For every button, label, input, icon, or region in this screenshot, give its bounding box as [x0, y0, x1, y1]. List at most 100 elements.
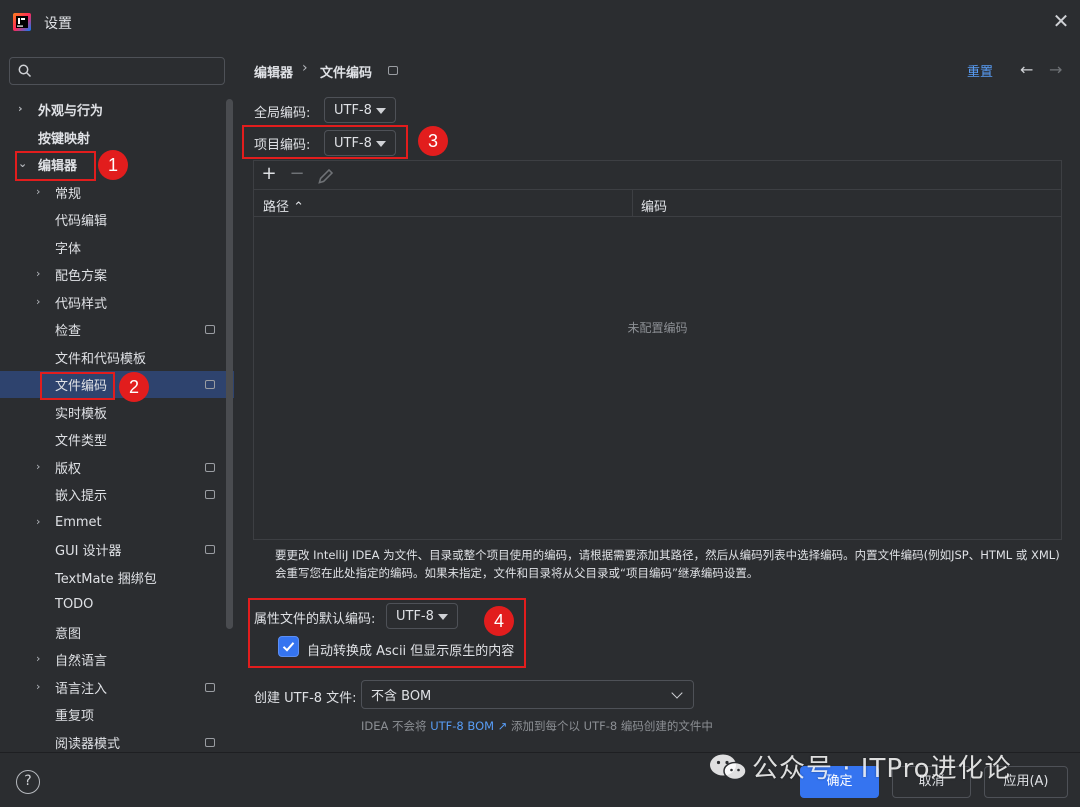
sidebar-item-gui-designer[interactable]: GUI 设计器 [0, 536, 234, 563]
sidebar-item-label: 文件类型 [55, 434, 108, 449]
project-scope-icon [205, 738, 215, 747]
sidebar-item-label: 意图 [55, 627, 82, 642]
caret-down-icon [376, 108, 386, 114]
annotation-badge-3: 3 [418, 126, 448, 156]
sidebar-item-label: 字体 [55, 242, 82, 257]
bom-value: 不含 BOM [371, 689, 432, 704]
chevron-right-icon: › [18, 102, 23, 115]
search-icon [18, 64, 32, 78]
sidebar-item-language-injections[interactable]: › 语言注入 [0, 674, 234, 701]
sidebar-item-label: 常规 [55, 187, 82, 202]
sidebar-item-label: 检查 [55, 324, 82, 339]
close-icon[interactable]: ✕ [1052, 11, 1070, 31]
sidebar-item-file-types[interactable]: 文件类型 [0, 426, 234, 453]
annotation-box-2 [40, 372, 115, 400]
sidebar-item-file-templates[interactable]: 文件和代码模板 [0, 344, 234, 371]
search-input[interactable] [40, 61, 220, 81]
sidebar-item-textmate[interactable]: TextMate 捆绑包 [0, 564, 234, 591]
sidebar-item-font[interactable]: 字体 [0, 234, 234, 261]
wechat-logo-icon [710, 754, 747, 781]
sidebar-item-label: 按键映射 [38, 132, 91, 147]
sidebar-item-natural-languages[interactable]: › 自然语言 [0, 646, 234, 673]
sidebar-item-appearance[interactable]: › 外观与行为 [0, 96, 234, 123]
sidebar-item-code-editing[interactable]: 代码编辑 [0, 206, 234, 233]
annotation-badge-4: 4 [484, 606, 514, 636]
utf8-bom-link[interactable]: UTF-8 BOM ↗ [430, 719, 507, 733]
intellij-logo-icon [13, 13, 31, 31]
sidebar-item-label: 配色方案 [55, 269, 108, 284]
chevron-right-icon: › [36, 267, 41, 280]
project-scope-icon [205, 325, 215, 334]
sidebar-item-label: 外观与行为 [38, 104, 104, 119]
table-toolbar: + − [254, 161, 1061, 189]
ok-button[interactable]: 确定 [800, 766, 879, 798]
project-scope-icon [205, 380, 215, 389]
project-scope-icon [388, 66, 398, 75]
chevron-right-icon: › [36, 680, 41, 693]
sidebar-item-label: TODO [55, 597, 94, 612]
sidebar-item-label: GUI 设计器 [55, 544, 122, 559]
bom-select[interactable]: 不含 BOM [361, 680, 694, 709]
cancel-button[interactable]: 取消 [892, 766, 971, 798]
bom-label: 创建 UTF-8 文件: [254, 691, 357, 706]
sidebar-item-color-scheme[interactable]: › 配色方案 [0, 261, 234, 288]
sidebar-item-label: 自然语言 [55, 654, 108, 669]
encoding-description: 要更改 IntelliJ IDEA 为文件、目录或整个项目使用的编码，请根据需要… [275, 548, 1060, 580]
global-encoding-label: 全局编码: [254, 106, 311, 121]
annotation-box-1 [15, 151, 96, 181]
sidebar-item-emmet[interactable]: › Emmet [0, 509, 234, 536]
chevron-down-icon [671, 687, 683, 699]
sidebar-item-label: 实时模板 [55, 407, 108, 422]
sidebar-item-reader-mode[interactable]: 阅读器模式 [0, 729, 234, 752]
chevron-right-icon: › [36, 515, 41, 528]
sidebar-item-live-templates[interactable]: 实时模板 [0, 399, 234, 426]
sidebar-item-label: 代码样式 [55, 297, 108, 312]
sidebar-item-label: 嵌入提示 [55, 489, 108, 504]
column-header-path[interactable]: 路径 ⌃ [263, 196, 304, 215]
back-arrow-icon[interactable]: ← [1020, 60, 1033, 79]
bom-hint-prefix: IDEA 不会将 [361, 719, 427, 733]
sidebar-item-label: Emmet [55, 515, 102, 530]
sidebar-scrollbar[interactable] [226, 99, 233, 629]
dialog-button-bar: ? 确定 取消 应用(A) [0, 752, 1080, 807]
breadcrumb-current: 文件编码 [320, 66, 373, 81]
forward-arrow-icon: → [1049, 60, 1063, 79]
help-icon[interactable]: ? [16, 770, 40, 794]
sidebar-item-label: 版权 [55, 462, 82, 477]
annotation-badge-1: 1 [98, 150, 128, 180]
sidebar-item-inspections[interactable]: 检查 [0, 316, 234, 343]
table-header: 路径 ⌃ 编码 [254, 189, 1061, 217]
sidebar-item-copyright[interactable]: › 版权 [0, 454, 234, 481]
sidebar-item-label: 代码编辑 [55, 214, 108, 229]
sidebar-item-inlay-hints[interactable]: 嵌入提示 [0, 481, 234, 508]
sidebar-item-general[interactable]: › 常规 [0, 179, 234, 206]
window-title: 设置 [44, 16, 72, 32]
breadcrumb-separator: › [302, 60, 308, 76]
reset-link[interactable]: 重置 [967, 61, 993, 80]
sidebar-item-intentions[interactable]: 意图 [0, 619, 234, 646]
edit-pencil-icon [318, 168, 334, 184]
chevron-right-icon: › [36, 460, 41, 473]
add-icon[interactable]: + [260, 165, 278, 183]
annotation-box-3 [242, 125, 408, 159]
project-scope-icon [205, 463, 215, 472]
sidebar-item-keymap[interactable]: 按键映射 [0, 124, 234, 151]
sidebar-item-file-encodings[interactable]: 文件编码 [0, 371, 234, 398]
chevron-right-icon: › [36, 652, 41, 665]
column-header-encoding[interactable]: 编码 [641, 196, 667, 215]
project-scope-icon [205, 490, 215, 499]
chevron-right-icon: › [36, 185, 41, 198]
global-encoding-dropdown[interactable]: UTF-8 [324, 97, 396, 123]
breadcrumb-parent[interactable]: 编辑器 [254, 62, 293, 81]
sidebar-item-label: 重复项 [55, 709, 95, 724]
project-scope-icon [205, 683, 215, 692]
sidebar-item-label: TextMate 捆绑包 [55, 572, 157, 587]
sidebar-item-todo[interactable]: TODO [0, 591, 234, 618]
search-box[interactable] [9, 57, 225, 85]
sidebar-item-duplicates[interactable]: 重复项 [0, 701, 234, 728]
project-scope-icon [205, 545, 215, 554]
apply-button[interactable]: 应用(A) [984, 766, 1068, 798]
column-divider[interactable] [632, 190, 633, 217]
bom-hint-suffix: 添加到每个以 UTF-8 编码创建的文件中 [511, 719, 713, 733]
sidebar-item-code-style[interactable]: › 代码样式 [0, 289, 234, 316]
